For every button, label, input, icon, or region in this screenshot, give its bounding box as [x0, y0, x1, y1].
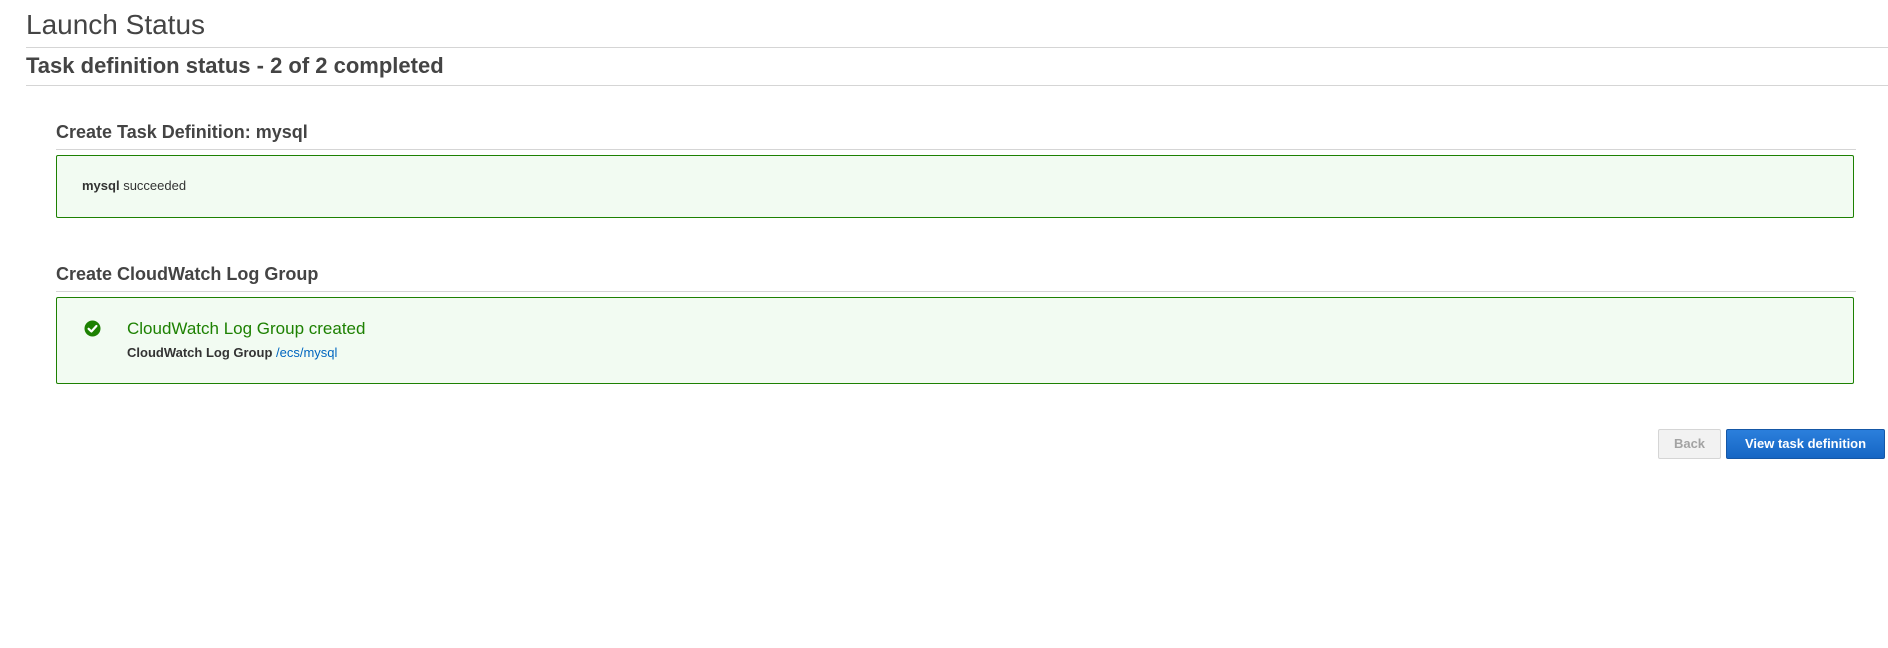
back-button[interactable]: Back: [1658, 429, 1721, 459]
subtitle-divider: [26, 85, 1888, 86]
task-definition-name: mysql: [82, 178, 120, 193]
section-divider: [56, 291, 1856, 292]
log-group-success-title: CloudWatch Log Group created: [127, 319, 366, 338]
title-divider: [26, 47, 1888, 48]
page-title: Launch Status: [26, 9, 206, 40]
log-group-detail: CloudWatch Log Group /ecs/mysql: [127, 345, 337, 360]
log-group-link[interactable]: /ecs/mysql: [276, 345, 337, 360]
view-task-definition-button[interactable]: View task definition: [1726, 429, 1885, 459]
task-definition-status-heading: Task definition status - 2 of 2 complete…: [26, 53, 444, 78]
task-definition-status-box: mysql succeeded: [56, 155, 1854, 218]
task-definition-status-text: mysql succeeded: [82, 178, 186, 193]
section-heading-create-log-group: Create CloudWatch Log Group: [56, 264, 319, 284]
log-group-detail-label: CloudWatch Log Group: [127, 345, 273, 360]
log-group-status-box: CloudWatch Log Group created CloudWatch …: [56, 297, 1854, 384]
section-heading-create-task-definition: Create Task Definition: mysql: [56, 122, 308, 142]
task-definition-result: succeeded: [123, 178, 187, 193]
section-divider: [56, 149, 1856, 150]
launch-status-page: Launch Status Task definition status - 2…: [0, 0, 1888, 648]
check-circle-icon: [84, 320, 101, 337]
